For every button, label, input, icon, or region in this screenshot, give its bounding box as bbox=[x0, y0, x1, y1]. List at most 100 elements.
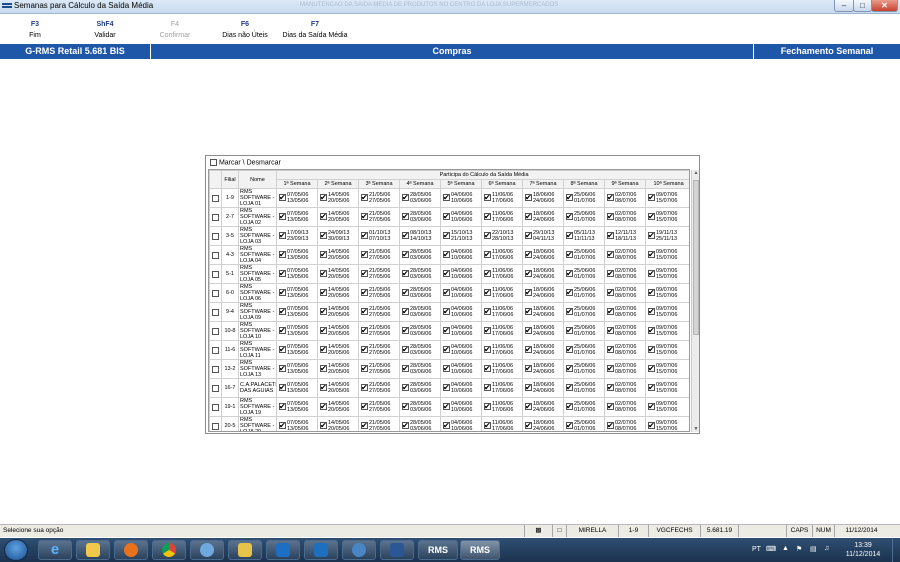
week-checkbox[interactable] bbox=[648, 289, 655, 297]
week-checkbox[interactable] bbox=[443, 403, 450, 411]
row-select-checkbox[interactable] bbox=[212, 384, 219, 392]
week-cell[interactable]: 21/05/0627/05/06 bbox=[358, 264, 400, 284]
app-menu-icon[interactable] bbox=[2, 3, 12, 10]
row-select-cell[interactable] bbox=[209, 245, 222, 265]
week-checkbox[interactable] bbox=[320, 213, 327, 221]
week-cell[interactable]: 14/05/0620/05/06 bbox=[317, 321, 359, 341]
week-checkbox[interactable] bbox=[566, 346, 573, 354]
folder-icon[interactable] bbox=[228, 540, 262, 560]
week-cell[interactable]: 04/06/0610/06/06 bbox=[440, 207, 482, 227]
week-checkbox[interactable] bbox=[320, 251, 327, 259]
week-checkbox[interactable] bbox=[566, 403, 573, 411]
week-checkbox[interactable] bbox=[566, 213, 573, 221]
week-checkbox[interactable] bbox=[566, 232, 573, 240]
week-checkbox[interactable] bbox=[320, 194, 327, 202]
table-row[interactable]: 13-2RMSSOFTWARE -LOJA 1307/05/0613/05/06… bbox=[209, 359, 689, 379]
week-checkbox[interactable] bbox=[607, 232, 614, 240]
week-cell[interactable]: 18/06/0624/06/06 bbox=[522, 321, 564, 341]
table-row[interactable]: 9-4RMSSOFTWARE -LOJA 0907/05/0613/05/061… bbox=[209, 302, 689, 322]
internet-explorer-icon[interactable]: e bbox=[38, 540, 72, 560]
week-cell[interactable]: 14/05/0620/05/06 bbox=[317, 207, 359, 227]
week-cell[interactable]: 28/05/0603/06/06 bbox=[399, 245, 441, 265]
week-cell[interactable]: 04/06/0610/06/06 bbox=[440, 264, 482, 284]
week-checkbox[interactable] bbox=[484, 289, 491, 297]
week-cell[interactable]: 02/07/0608/07/06 bbox=[604, 245, 646, 265]
week-checkbox[interactable] bbox=[484, 422, 491, 430]
table-row[interactable]: 11-6RMSSOFTWARE -LOJA 1107/05/0613/05/06… bbox=[209, 340, 689, 360]
week-checkbox[interactable] bbox=[320, 403, 327, 411]
week-cell[interactable]: 14/05/0620/05/06 bbox=[317, 283, 359, 303]
week-cell[interactable]: 04/06/0610/06/06 bbox=[440, 416, 482, 431]
row-select-checkbox[interactable] bbox=[212, 327, 219, 335]
week-checkbox[interactable] bbox=[402, 213, 409, 221]
validar-button[interactable]: ShF4 Validar bbox=[90, 19, 120, 41]
week-cell[interactable]: 04/06/0610/06/06 bbox=[440, 397, 482, 417]
week-cell[interactable]: 02/07/0608/07/06 bbox=[604, 302, 646, 322]
week-checkbox[interactable] bbox=[361, 384, 368, 392]
connections-icon[interactable] bbox=[190, 540, 224, 560]
week-cell[interactable]: 18/06/0624/06/06 bbox=[522, 416, 564, 431]
week-cell[interactable]: 09/07/0615/07/06 bbox=[644, 245, 689, 265]
week-cell[interactable]: 11/06/0617/06/06 bbox=[481, 283, 523, 303]
week-cell[interactable]: 14/05/0620/05/06 bbox=[317, 188, 359, 208]
week-cell[interactable]: 11/06/0617/06/06 bbox=[481, 207, 523, 227]
week-checkbox[interactable] bbox=[484, 384, 491, 392]
week-cell[interactable]: 21/05/0627/05/06 bbox=[358, 359, 400, 379]
week-checkbox[interactable] bbox=[402, 232, 409, 240]
week-checkbox[interactable] bbox=[484, 232, 491, 240]
week-checkbox[interactable] bbox=[320, 384, 327, 392]
week-checkbox[interactable] bbox=[607, 403, 614, 411]
week-cell[interactable]: 04/06/0610/06/06 bbox=[440, 321, 482, 341]
week-cell[interactable]: 18/06/0624/06/06 bbox=[522, 302, 564, 322]
week-checkbox[interactable] bbox=[607, 308, 614, 316]
week-cell[interactable]: 12/11/1318/11/13 bbox=[604, 226, 646, 246]
week-cell[interactable]: 02/07/0608/07/06 bbox=[604, 397, 646, 417]
row-select-checkbox[interactable] bbox=[212, 194, 219, 202]
week-cell[interactable]: 09/07/0615/07/06 bbox=[644, 264, 689, 284]
week-cell[interactable]: 07/05/0613/05/06 bbox=[276, 359, 318, 379]
week-cell[interactable]: 11/06/0617/06/06 bbox=[481, 321, 523, 341]
week-checkbox[interactable] bbox=[402, 327, 409, 335]
week-checkbox[interactable] bbox=[484, 194, 491, 202]
week-checkbox[interactable] bbox=[607, 346, 614, 354]
row-select-checkbox[interactable] bbox=[212, 289, 219, 297]
week-checkbox[interactable] bbox=[607, 194, 614, 202]
week-cell[interactable]: 25/06/0601/07/06 bbox=[563, 359, 605, 379]
scroll-thumb[interactable] bbox=[693, 180, 699, 335]
week-checkbox[interactable] bbox=[443, 422, 450, 430]
week-cell[interactable]: 18/06/0624/06/06 bbox=[522, 264, 564, 284]
week-checkbox[interactable] bbox=[320, 365, 327, 373]
week-cell[interactable]: 04/06/0610/06/06 bbox=[440, 283, 482, 303]
week-cell[interactable]: 01/10/1307/10/13 bbox=[358, 226, 400, 246]
week-checkbox[interactable] bbox=[525, 194, 532, 202]
outlook-icon[interactable] bbox=[304, 540, 338, 560]
week-cell[interactable]: 04/06/0610/06/06 bbox=[440, 340, 482, 360]
table-row[interactable]: 19-1RMSSOFTWARE -LOJA 1907/05/0613/05/06… bbox=[209, 397, 689, 417]
week-checkbox[interactable] bbox=[443, 327, 450, 335]
row-select-cell[interactable] bbox=[209, 226, 222, 246]
week-checkbox[interactable] bbox=[648, 232, 655, 240]
chrome-icon[interactable] bbox=[152, 540, 186, 560]
row-select-checkbox[interactable] bbox=[212, 213, 219, 221]
volume-icon[interactable]: ♫ bbox=[824, 545, 829, 552]
week-cell[interactable]: 11/06/0617/06/06 bbox=[481, 245, 523, 265]
week-cell[interactable]: 25/06/0601/07/06 bbox=[563, 283, 605, 303]
fim-button[interactable]: F3 Fim bbox=[22, 19, 48, 41]
table-row[interactable]: 4-3RMSSOFTWARE -LOJA 0407/05/0613/05/061… bbox=[209, 245, 689, 265]
week-cell[interactable]: 14/05/0620/05/06 bbox=[317, 359, 359, 379]
week-checkbox[interactable] bbox=[566, 289, 573, 297]
week-cell[interactable]: 25/06/0601/07/06 bbox=[563, 340, 605, 360]
row-select-cell[interactable] bbox=[209, 188, 222, 208]
table-row[interactable]: 5-1RMSSOFTWARE -LOJA 0507/05/0613/05/061… bbox=[209, 264, 689, 284]
week-cell[interactable]: 21/05/0627/05/06 bbox=[358, 378, 400, 398]
week-checkbox[interactable] bbox=[525, 270, 532, 278]
maximize-button[interactable]: □ bbox=[853, 0, 872, 12]
week-cell[interactable]: 17/09/1323/09/13 bbox=[276, 226, 318, 246]
week-checkbox[interactable] bbox=[648, 422, 655, 430]
week-cell[interactable]: 21/05/0627/05/06 bbox=[358, 321, 400, 341]
week-checkbox[interactable] bbox=[443, 232, 450, 240]
week-cell[interactable]: 02/07/0608/07/06 bbox=[604, 207, 646, 227]
row-select-cell[interactable] bbox=[209, 416, 222, 431]
week-checkbox[interactable] bbox=[320, 232, 327, 240]
week-cell[interactable]: 28/05/0603/06/06 bbox=[399, 207, 441, 227]
